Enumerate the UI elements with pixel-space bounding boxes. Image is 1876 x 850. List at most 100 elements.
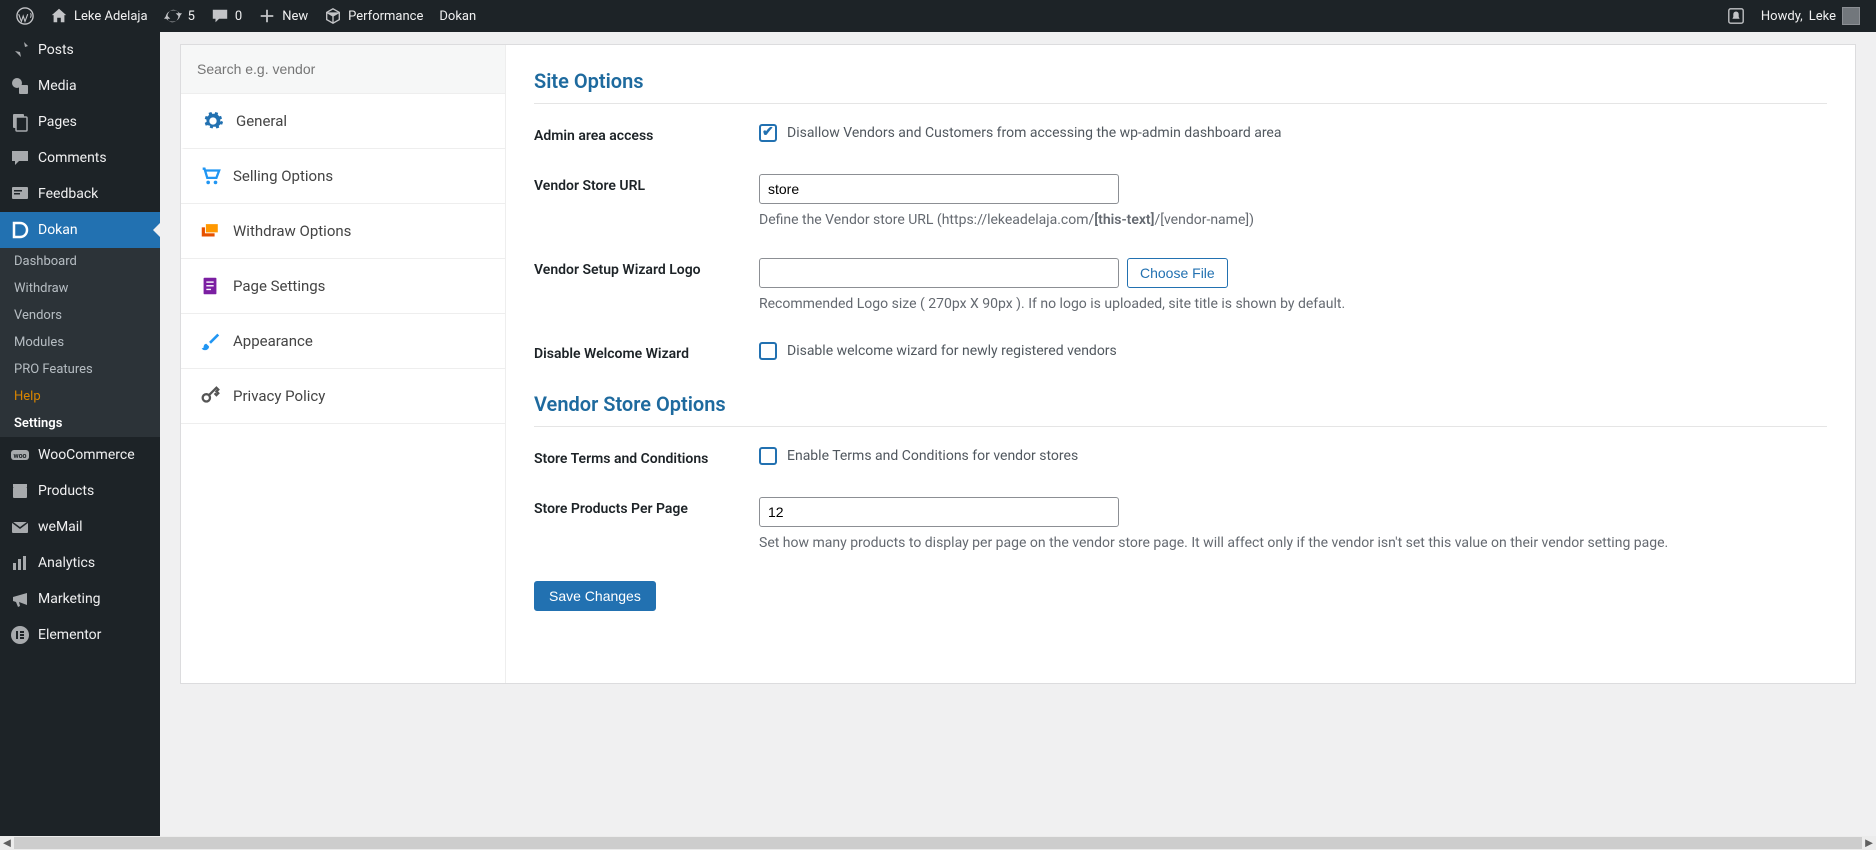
label-vendor-url: Vendor Store URL <box>534 174 759 194</box>
plus-icon <box>258 7 276 25</box>
submenu-modules[interactable]: Modules <box>0 329 160 356</box>
scroll-thumb[interactable] <box>14 837 1862 849</box>
menu-posts[interactable]: Posts <box>0 32 160 68</box>
products-icon <box>10 481 30 501</box>
adminbar-notifications[interactable] <box>1719 0 1753 32</box>
svg-text:woo: woo <box>13 452 26 460</box>
gear-icon <box>202 110 224 132</box>
help-vendor-url-post: /[vendor-name]) <box>1154 212 1253 228</box>
input-vendor-url[interactable] <box>759 174 1119 204</box>
settings-nav-page-label: Page Settings <box>233 277 325 295</box>
checkbox-terms[interactable] <box>759 447 777 465</box>
row-terms: Store Terms and Conditions Enable Terms … <box>534 447 1827 467</box>
input-wizard-logo[interactable] <box>759 258 1119 288</box>
menu-woocommerce[interactable]: woo WooCommerce <box>0 437 160 473</box>
menu-dokan-submenu: Dashboard Withdraw Vendors Modules PRO F… <box>0 248 160 437</box>
checkbox-admin-access[interactable] <box>759 124 777 142</box>
submenu-withdraw[interactable]: Withdraw <box>0 275 160 302</box>
menu-wemail-label: weMail <box>38 519 83 535</box>
row-admin-access: Admin area access Disallow Vendors and C… <box>534 124 1827 144</box>
menu-feedback[interactable]: Feedback <box>0 176 160 212</box>
adminbar-howdy-user: Leke <box>1809 9 1836 24</box>
checkbox-disable-wizard-wrap[interactable]: Disable welcome wizard for newly registe… <box>759 342 1827 360</box>
label-terms: Store Terms and Conditions <box>534 447 759 467</box>
adminbar-site-name[interactable]: Leke Adelaja <box>42 0 156 32</box>
settings-form: Site Options Admin area access Disallow … <box>506 45 1855 683</box>
checkbox-admin-access-text: Disallow Vendors and Customers from acce… <box>787 125 1281 141</box>
adminbar-dokan-label: Dokan <box>439 9 476 24</box>
menu-pages[interactable]: Pages <box>0 104 160 140</box>
menu-comments[interactable]: Comments <box>0 140 160 176</box>
help-wizard-logo: Recommended Logo size ( 270px X 90px ). … <box>759 296 1827 312</box>
brush-icon <box>199 330 221 352</box>
menu-pages-label: Pages <box>38 114 77 130</box>
elementor-icon <box>10 625 30 645</box>
adminbar-new-label: New <box>282 9 308 24</box>
adminbar-performance[interactable]: Performance <box>316 0 431 32</box>
settings-nav-withdraw[interactable]: Withdraw Options <box>181 204 505 259</box>
pages-icon <box>10 112 30 132</box>
row-disable-wizard: Disable Welcome Wizard Disable welcome w… <box>534 342 1827 362</box>
settings-nav-selling[interactable]: Selling Options <box>181 149 505 204</box>
settings-nav-withdraw-label: Withdraw Options <box>233 222 351 240</box>
settings-nav-page[interactable]: Page Settings <box>181 259 505 314</box>
bell-square-icon <box>1727 7 1745 25</box>
menu-wemail[interactable]: weMail <box>0 509 160 545</box>
settings-search-input[interactable] <box>181 45 505 93</box>
submenu-settings[interactable]: Settings <box>0 410 160 437</box>
adminbar-dokan[interactable]: Dokan <box>431 0 484 32</box>
scroll-left-arrow-icon[interactable]: ◄ <box>0 836 14 850</box>
settings-nav-privacy-label: Privacy Policy <box>233 387 325 405</box>
label-wizard-logo: Vendor Setup Wizard Logo <box>534 258 759 278</box>
checkbox-disable-wizard[interactable] <box>759 342 777 360</box>
menu-dokan-label: Dokan <box>38 222 78 238</box>
choose-file-button[interactable]: Choose File <box>1127 258 1228 288</box>
analytics-icon <box>10 553 30 573</box>
scroll-right-arrow-icon[interactable]: ► <box>1862 836 1876 850</box>
save-button[interactable]: Save Changes <box>534 581 656 611</box>
cart-icon <box>199 165 221 187</box>
row-products-per-page: Store Products Per Page Set how many pro… <box>534 497 1827 551</box>
comments-icon <box>10 148 30 168</box>
content-wrap[interactable]: General Selling Options Withdraw Options… <box>160 32 1876 836</box>
comment-icon <box>211 7 229 25</box>
row-vendor-url: Vendor Store URL Define the Vendor store… <box>534 174 1827 228</box>
checkbox-terms-text: Enable Terms and Conditions for vendor s… <box>787 448 1078 464</box>
submenu-dashboard[interactable]: Dashboard <box>0 248 160 275</box>
submenu-help[interactable]: Help <box>0 383 160 410</box>
input-ppp[interactable] <box>759 497 1119 527</box>
menu-elementor[interactable]: Elementor <box>0 617 160 653</box>
adminbar-site-name-label: Leke Adelaja <box>74 9 148 24</box>
settings-nav-general[interactable]: General <box>181 94 505 149</box>
menu-products[interactable]: Products <box>0 473 160 509</box>
key-icon <box>199 385 221 407</box>
feedback-icon <box>10 184 30 204</box>
label-ppp: Store Products Per Page <box>534 497 759 517</box>
help-vendor-url: Define the Vendor store URL (https://lek… <box>759 212 1827 228</box>
settings-nav-appearance[interactable]: Appearance <box>181 314 505 369</box>
dokan-icon <box>10 220 30 240</box>
checkbox-admin-access-wrap[interactable]: Disallow Vendors and Customers from acce… <box>759 124 1827 142</box>
horizontal-scrollbar[interactable]: ◄ ► <box>0 836 1876 850</box>
menu-analytics[interactable]: Analytics <box>0 545 160 581</box>
adminbar-comments[interactable]: 0 <box>203 0 250 32</box>
submenu-pro-features[interactable]: PRO Features <box>0 356 160 383</box>
adminbar-wp-logo[interactable] <box>8 0 42 32</box>
menu-media[interactable]: Media <box>0 68 160 104</box>
adminbar-updates[interactable]: 5 <box>156 0 203 32</box>
help-vendor-url-pre: Define the Vendor store URL (https://lek… <box>759 212 1094 228</box>
settings-panel: General Selling Options Withdraw Options… <box>180 44 1856 684</box>
cube-icon <box>324 7 342 25</box>
megaphone-icon <box>10 589 30 609</box>
settings-nav-privacy[interactable]: Privacy Policy <box>181 369 505 424</box>
checkbox-terms-wrap[interactable]: Enable Terms and Conditions for vendor s… <box>759 447 1827 465</box>
adminbar-account[interactable]: Howdy, Leke <box>1753 0 1868 32</box>
menu-elementor-label: Elementor <box>38 627 101 643</box>
media-icon <box>10 76 30 96</box>
menu-dokan[interactable]: Dokan <box>0 212 160 248</box>
menu-marketing[interactable]: Marketing <box>0 581 160 617</box>
adminbar: Leke Adelaja 5 0 New Performance Dokan H… <box>0 0 1876 32</box>
adminbar-new[interactable]: New <box>250 0 316 32</box>
submenu-vendors[interactable]: Vendors <box>0 302 160 329</box>
menu-woo-label: WooCommerce <box>38 447 135 463</box>
